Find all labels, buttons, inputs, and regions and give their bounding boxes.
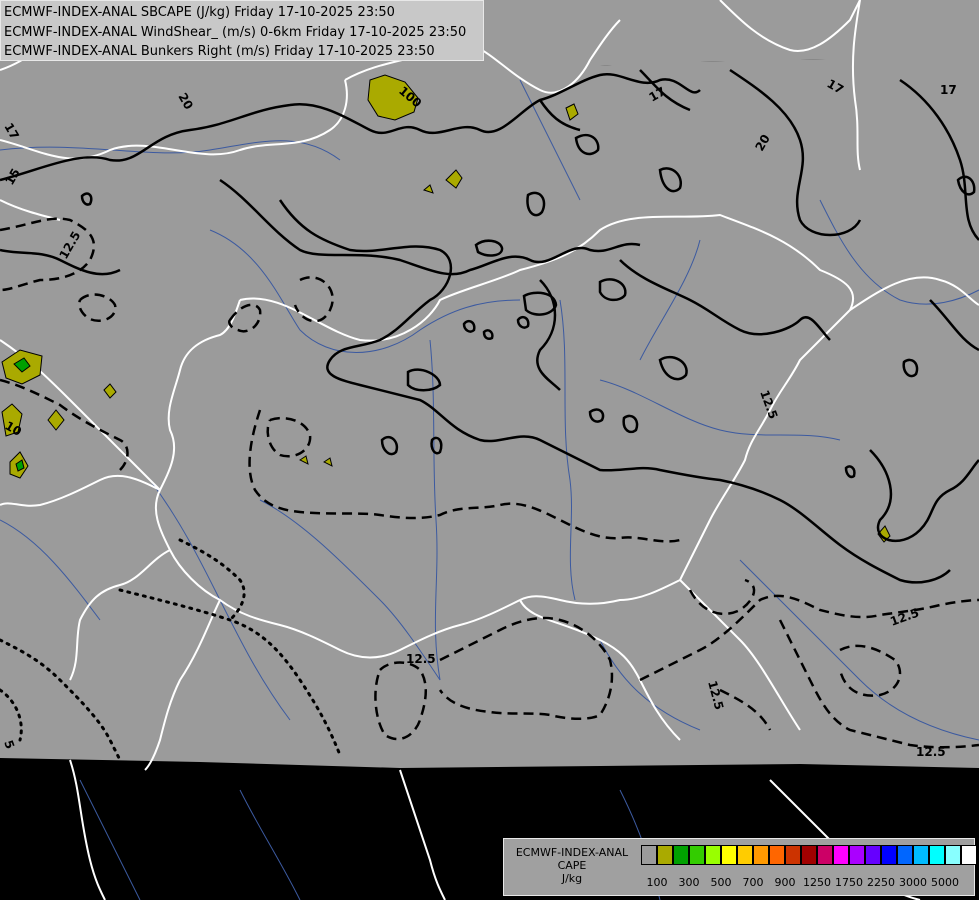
legend-swatch xyxy=(737,845,753,865)
legend-tick-label: 1750 xyxy=(835,876,863,889)
map-canvas: 100 20 17 15 12.5 17 20 17 17 12.5 10 12… xyxy=(0,0,979,900)
legend-swatch xyxy=(801,845,817,865)
legend-swatch xyxy=(785,845,801,865)
contour-label: 17 xyxy=(940,83,957,97)
legend-swatch xyxy=(657,845,673,865)
legend-swatch xyxy=(945,845,961,865)
legend-title-line: J/kg xyxy=(561,872,583,885)
legend-title-line: ECMWF-INDEX-ANAL xyxy=(515,846,629,859)
weather-map: 100 20 17 15 12.5 17 20 17 17 12.5 10 12… xyxy=(0,0,979,900)
legend-tick-label: 1250 xyxy=(803,876,831,889)
legend-tick-label: 700 xyxy=(742,876,764,889)
legend-tick-label: 500 xyxy=(710,876,732,889)
legend-swatch xyxy=(881,845,897,865)
cape-legend: ECMWF-INDEX-ANAL CAPE J/kg 100 300 500 700 9… xyxy=(503,838,977,896)
legend-swatch xyxy=(849,845,865,865)
legend-tick-labels: 100 300 500 700 900 1250 1750 2250 3000 5000 xyxy=(641,876,971,890)
title-box: ECMWF-INDEX-ANAL SBCAPE (J/kg) Friday 17… xyxy=(0,0,484,61)
legend-tick-label: 2250 xyxy=(867,876,895,889)
legend-swatch xyxy=(913,845,929,865)
legend-swatch xyxy=(833,845,849,865)
legend-tick-label: 5000 xyxy=(931,876,959,889)
legend-swatch xyxy=(689,845,705,865)
legend-swatch xyxy=(897,845,913,865)
legend-tick-label: 3000 xyxy=(899,876,927,889)
legend-swatch xyxy=(865,845,881,865)
contour-label: 12.5 xyxy=(916,745,946,759)
legend-swatch xyxy=(705,845,721,865)
legend-title: ECMWF-INDEX-ANAL CAPE J/kg xyxy=(508,846,636,885)
legend-swatch xyxy=(961,845,977,865)
legend-tick-label: 300 xyxy=(678,876,700,889)
legend-swatch xyxy=(673,845,689,865)
legend-swatch xyxy=(929,845,945,865)
legend-swatch xyxy=(641,845,657,865)
legend-swatch xyxy=(817,845,833,865)
title-line-windshear: ECMWF-INDEX-ANAL WindShear_ (m/s) 0-6km … xyxy=(4,24,467,40)
legend-swatch xyxy=(721,845,737,865)
legend-swatches xyxy=(641,845,977,867)
legend-tick-label: 900 xyxy=(774,876,796,889)
title-line-bunkers: ECMWF-INDEX-ANAL Bunkers Right (m/s) Fri… xyxy=(4,44,435,59)
title-line-sbcape: ECMWF-INDEX-ANAL SBCAPE (J/kg) Friday 17… xyxy=(4,5,395,20)
legend-swatch xyxy=(769,845,785,865)
legend-title-line: CAPE xyxy=(557,859,587,872)
legend-tick-label: 100 xyxy=(646,876,668,889)
contour-label: 12.5 xyxy=(406,652,436,666)
legend-swatch xyxy=(753,845,769,865)
